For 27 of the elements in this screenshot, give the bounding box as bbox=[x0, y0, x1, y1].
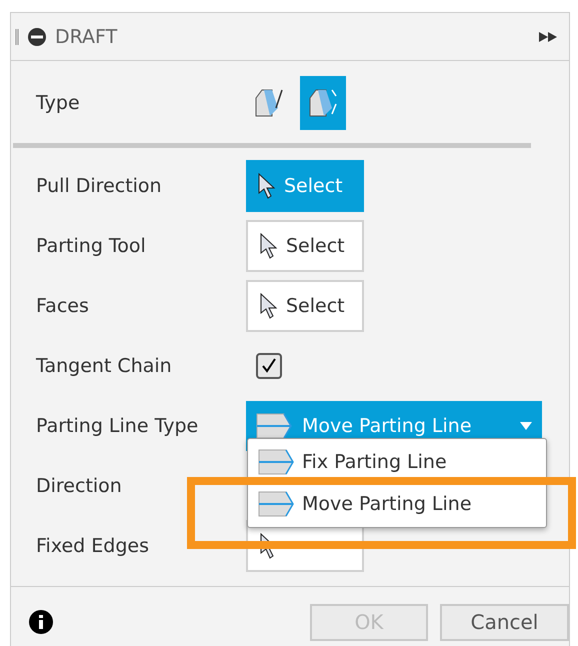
field-label: Direction bbox=[36, 475, 123, 497]
field-label: Type bbox=[36, 92, 81, 114]
field-label: Parting Line Type bbox=[36, 415, 200, 437]
fast-forward-icon[interactable] bbox=[539, 30, 559, 42]
cursor-icon bbox=[258, 173, 276, 199]
panel-title: DRAFT bbox=[55, 26, 118, 48]
select-button[interactable]: Select bbox=[246, 280, 364, 332]
field-label: Tangent Chain bbox=[36, 355, 173, 377]
field-label: Pull Direction bbox=[36, 175, 163, 197]
menu-item[interactable]: Move Parting Line bbox=[248, 483, 546, 525]
info-icon[interactable] bbox=[29, 610, 53, 634]
checkbox[interactable] bbox=[256, 353, 282, 379]
field-label: Parting Tool bbox=[36, 235, 147, 257]
grip-icon bbox=[15, 28, 19, 44]
caret-icon bbox=[520, 422, 532, 430]
select-button[interactable]: Select bbox=[246, 220, 364, 272]
checkmark-icon bbox=[260, 357, 278, 375]
field-label: Fixed Edges bbox=[36, 535, 150, 557]
cancel-button[interactable]: Cancel bbox=[440, 604, 569, 640]
parting-line-icon bbox=[256, 413, 292, 439]
draft-type-option[interactable] bbox=[300, 76, 346, 130]
field-label: Faces bbox=[36, 295, 90, 317]
minus-circle-icon[interactable] bbox=[27, 26, 47, 46]
parting-line-icon bbox=[258, 449, 294, 475]
cursor-icon bbox=[260, 293, 278, 319]
parting-line-icon bbox=[258, 491, 294, 517]
cursor-icon bbox=[260, 233, 278, 259]
